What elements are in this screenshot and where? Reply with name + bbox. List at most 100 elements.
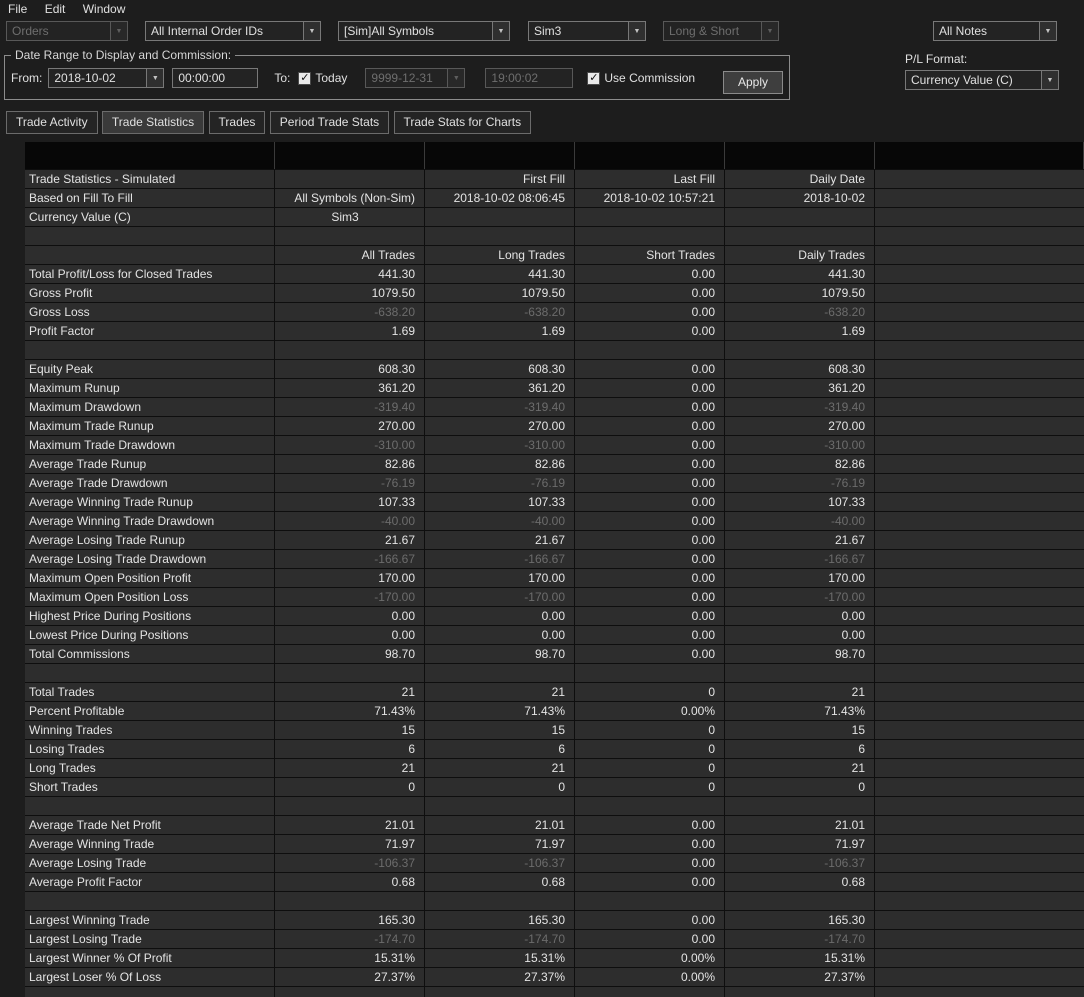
direction-dropdown[interactable]: Long & Short (663, 21, 779, 41)
table-row[interactable]: Average Losing Trade Drawdown -166.67 -166… (25, 550, 1084, 569)
table-row[interactable]: Maximum Runup 361.20 361.20 0.00 361.20 (25, 379, 1084, 398)
row-value: 0.00% (575, 702, 725, 720)
menu-edit[interactable]: Edit (45, 2, 66, 16)
row-value: 21.01 (725, 816, 875, 834)
dropdown-arrow-icon (492, 22, 509, 40)
table-row[interactable]: Short Trades 0 0 0 0 (25, 778, 1084, 797)
tab-period-trade-stats[interactable]: Period Trade Stats (269, 111, 390, 134)
table-row[interactable]: Average Trade Runup 82.86 82.86 0.00 82.86 (25, 455, 1084, 474)
table-row[interactable]: Maximum Open Position Loss -170.00 -170.00… (25, 588, 1084, 607)
from-date-dropdown[interactable]: 2018-10-02 (48, 68, 165, 88)
row-value: 82.86 (725, 455, 875, 473)
row-value (425, 797, 575, 815)
today-checkbox[interactable] (298, 71, 312, 85)
pl-format-dropdown[interactable]: Currency Value (C) (905, 70, 1059, 90)
row-value: 21.67 (425, 531, 575, 549)
row-value (875, 835, 1084, 853)
table-row[interactable]: Total Trades 21 21 0 21 (25, 683, 1084, 702)
table-row[interactable]: Highest Price During Positions 0.00 0.00 0.… (25, 607, 1084, 626)
pl-format-label: P/L Format: (905, 52, 968, 66)
to-date-dropdown[interactable]: 9999-12-31 (365, 68, 466, 88)
table-row[interactable]: Based on Fill To Fill All Symbols (Non-Si… (25, 189, 1084, 208)
table-row[interactable]: Average Losing Trade Runup 21.67 21.67 0.00… (25, 531, 1084, 550)
table-row[interactable]: Average Profit Factor 0.68 0.68 0.00 0.68 (25, 873, 1084, 892)
tab-trade-stats-for-charts[interactable]: Trade Stats for Charts (393, 111, 532, 134)
orders-dropdown-value: Orders (12, 24, 49, 38)
table-row[interactable]: Maximum Open Position Profit 170.00 170.00… (25, 569, 1084, 588)
use-commission-checkbox[interactable] (587, 71, 601, 85)
row-value: 608.30 (425, 360, 575, 378)
table-row[interactable]: All Trades Long Trades Short Trades Daily T… (25, 246, 1084, 265)
table-row[interactable]: Maximum Trade Runup 270.00 270.00 0.00 270.0… (25, 417, 1084, 436)
table-row[interactable]: Long Trades 21 21 0 21 (25, 759, 1084, 778)
table-row[interactable] (25, 892, 1084, 911)
row-value: 0.00 (575, 854, 725, 872)
row-value: -76.19 (275, 474, 425, 492)
table-row[interactable]: Equity Peak 608.30 608.30 0.00 608.30 (25, 360, 1084, 379)
row-label: Losing Trades (25, 740, 275, 758)
row-value: 441.30 (275, 265, 425, 283)
row-value (725, 227, 875, 245)
apply-button[interactable]: Apply (723, 71, 783, 94)
table-row[interactable]: Average Winning Trade Runup 107.33 107.33 0… (25, 493, 1084, 512)
row-value (575, 797, 725, 815)
table-row[interactable]: Percent Profitable 71.43% 71.43% 0.00% 71.43… (25, 702, 1084, 721)
row-value: 21 (725, 759, 875, 777)
internal-order-ids-dropdown[interactable]: All Internal Order IDs (145, 21, 321, 41)
from-time-input[interactable]: 00:00:00 (172, 68, 259, 88)
table-row[interactable]: Trade Statistics - Simulated First Fill La… (25, 170, 1084, 189)
tab-trades[interactable]: Trades (208, 111, 266, 134)
row-label (25, 227, 275, 245)
pl-format-value: Currency Value (C) (911, 73, 1013, 87)
table-row[interactable]: Winning Trades 15 15 0 15 (25, 721, 1084, 740)
table-row[interactable]: Currency Value (C) Sim3 (25, 208, 1084, 227)
table-row[interactable]: Lowest Price During Positions 0.00 0.00 0.0… (25, 626, 1084, 645)
table-row[interactable]: Largest Winner % Of Profit 15.31% 15.31% 0.… (25, 949, 1084, 968)
table-row[interactable]: Largest Losing Trade -174.70 -174.70 0.00 -1… (25, 930, 1084, 949)
row-label: Total Profit/Loss for Closed Trades (25, 265, 275, 283)
table-row[interactable]: Average Trade Drawdown -76.19 -76.19 0.00 -7… (25, 474, 1084, 493)
table-row[interactable]: Losing Trades 6 6 0 6 (25, 740, 1084, 759)
row-label: Percent Profitable (25, 702, 275, 720)
from-label: From: (11, 71, 43, 85)
to-time-input[interactable]: 19:00:02 (485, 68, 574, 88)
row-value: 2018-10-02 08:06:45 (425, 189, 575, 207)
table-row[interactable]: Average Winning Trade Drawdown -40.00 -40.… (25, 512, 1084, 531)
menu-window[interactable]: Window (83, 2, 126, 16)
row-value (875, 227, 1084, 245)
table-row[interactable]: Maximum Trade Drawdown -310.00 -310.00 0.00… (25, 436, 1084, 455)
table-row[interactable]: Average Trade Net Profit 21.01 21.01 0.00 21… (25, 816, 1084, 835)
tab-trade-statistics[interactable]: Trade Statistics (101, 111, 205, 134)
row-label: Average Trade Runup (25, 455, 275, 473)
table-row[interactable]: Total Profit/Loss for Closed Trades 441.3… (25, 265, 1084, 284)
table-row[interactable]: Total Commissions 98.70 98.70 0.00 98.70 (25, 645, 1084, 664)
account-dropdown[interactable]: Sim3 (528, 21, 646, 41)
table-row[interactable]: Largest Winning Trade 165.30 165.30 0.00 165… (25, 911, 1084, 930)
table-row[interactable]: Gross Profit 1079.50 1079.50 0.00 1079.50 (25, 284, 1084, 303)
from-date-value: 2018-10-02 (54, 71, 116, 85)
row-value: -106.37 (275, 854, 425, 872)
table-row[interactable]: Average Losing Trade -106.37 -106.37 0.00 -1… (25, 854, 1084, 873)
table-row[interactable]: Maximum Drawdown -319.40 -319.40 0.00 -319.4… (25, 398, 1084, 417)
orders-dropdown[interactable]: Orders (6, 21, 128, 41)
table-row[interactable] (25, 797, 1084, 816)
table-row[interactable]: Gross Loss -638.20 -638.20 0.00 -638.20 (25, 303, 1084, 322)
tab-bar: Trade Activity Trade Statistics Trades P… (0, 106, 1084, 134)
row-value: -166.67 (725, 550, 875, 568)
table-row[interactable]: Profit Factor 1.69 1.69 0.00 1.69 (25, 322, 1084, 341)
notes-dropdown[interactable]: All Notes (933, 21, 1057, 41)
table-row[interactable]: Average Winning Trade 71.97 71.97 0.00 71.97 (25, 835, 1084, 854)
menu-file[interactable]: File (8, 2, 27, 16)
toolbar: Orders All Internal Order IDs [Sim]All S… (0, 18, 1084, 46)
table-row[interactable]: Largest Loser % Of Loss 27.37% 27.37% 0.00%… (25, 968, 1084, 987)
row-value: -638.20 (425, 303, 575, 321)
row-value (875, 892, 1084, 910)
symbols-dropdown[interactable]: [Sim]All Symbols (338, 21, 510, 41)
table-row[interactable] (25, 227, 1084, 246)
date-range-group: Date Range to Display and Commission: Fr… (4, 48, 790, 100)
table-row[interactable] (25, 987, 1084, 997)
table-row[interactable] (25, 341, 1084, 360)
row-value: 6 (425, 740, 575, 758)
tab-trade-activity[interactable]: Trade Activity (6, 111, 98, 134)
table-row[interactable] (25, 664, 1084, 683)
